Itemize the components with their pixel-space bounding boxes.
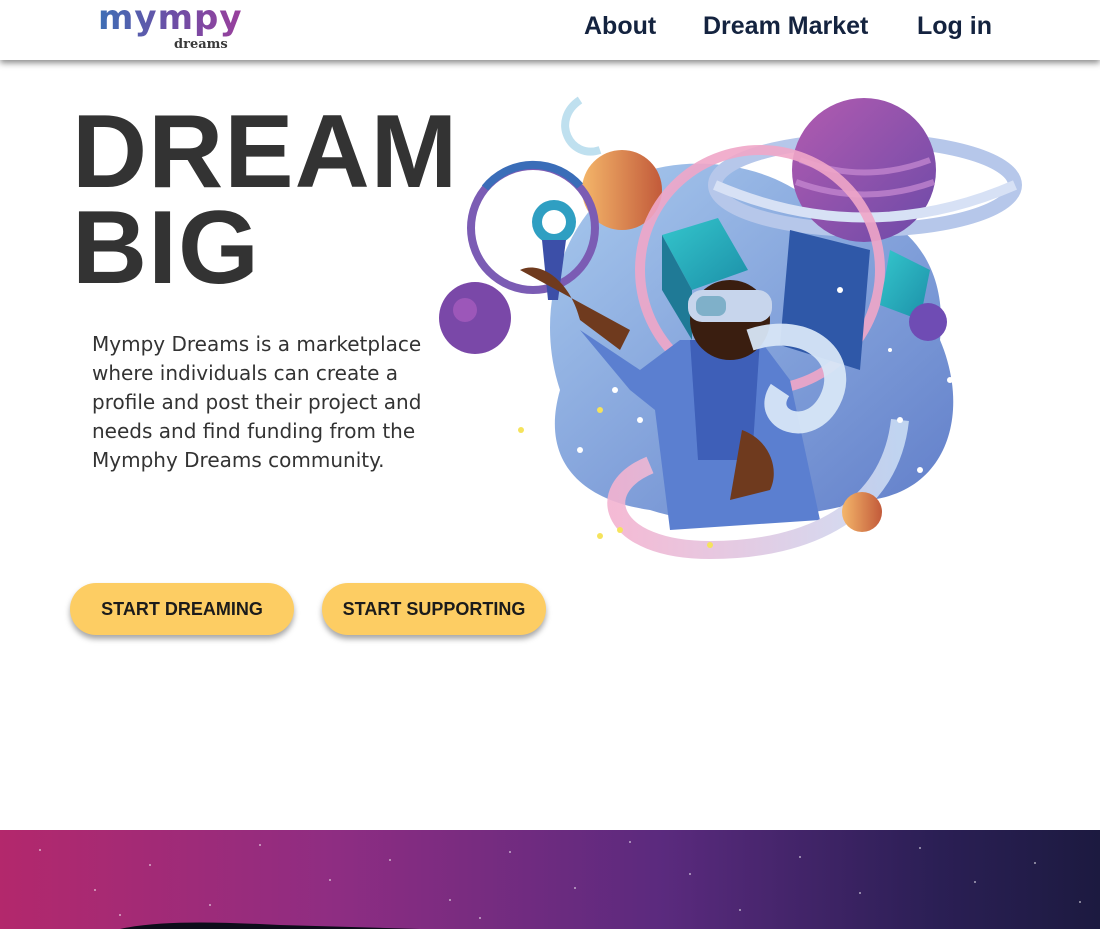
nav-dream-market-link[interactable]: Dream Market bbox=[703, 12, 868, 41]
star-speckles bbox=[39, 841, 1081, 929]
nav-about-link[interactable]: About bbox=[584, 12, 656, 41]
vr-dreamer-illustration bbox=[439, 96, 1022, 560]
starry-sky-banner bbox=[0, 830, 1100, 929]
hero-title: DREAM BIG bbox=[72, 94, 459, 306]
hero-title-line-2: BIG bbox=[72, 190, 260, 306]
logo-wordmark: mympy bbox=[98, 0, 243, 38]
small-orange-moon bbox=[842, 492, 882, 532]
hero-description: Mympy Dreams is a marketplace where indi… bbox=[92, 332, 422, 472]
start-dreaming-button[interactable]: START DREAMING bbox=[70, 583, 294, 635]
start-supporting-button[interactable]: START SUPPORTING bbox=[322, 583, 546, 635]
site-header: mympy dreams About Dream Market Log in bbox=[0, 0, 1100, 60]
logo-subtitle: dreams bbox=[174, 37, 228, 52]
nav-login-link[interactable]: Log in bbox=[917, 12, 992, 41]
hero-title-line-1: DREAM bbox=[72, 94, 459, 210]
mympy-dreams-logo[interactable]: mympy dreams bbox=[98, 0, 242, 54]
